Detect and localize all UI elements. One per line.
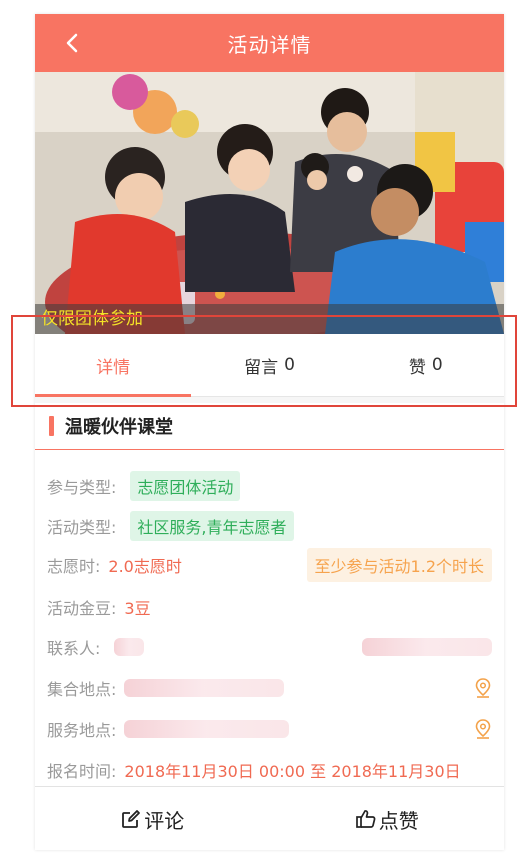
activity-type-tag: 社区服务,青年志愿者 bbox=[130, 511, 294, 541]
group-only-banner: 仅限团体参加 bbox=[35, 304, 504, 334]
volunteer-hours-value: 2.0志愿时 bbox=[108, 557, 182, 576]
activity-title-section: 温暖伙伴课堂 bbox=[35, 403, 504, 450]
activity-type-row: 活动类型: 社区服务,青年志愿者 bbox=[47, 511, 294, 541]
min-duration-tag: 至少参与活动1.2个时长 bbox=[306, 548, 492, 582]
beans-row: 活动金豆: 3豆 bbox=[47, 595, 151, 619]
chevron-left-icon bbox=[66, 33, 78, 53]
thumbs-up-icon bbox=[355, 810, 376, 828]
page-title: 活动详情 bbox=[227, 32, 312, 57]
contact-phone-redacted bbox=[362, 638, 492, 656]
edit-icon bbox=[122, 810, 141, 828]
tab-details[interactable]: 详情 bbox=[35, 334, 191, 397]
beans-label: 活动金豆: bbox=[47, 599, 117, 618]
tab-likes-count: 0 bbox=[431, 355, 443, 375]
participation-type-tag: 志愿团体活动 bbox=[130, 471, 241, 501]
participation-type-row: 参与类型: 志愿团体活动 bbox=[47, 471, 241, 501]
title-accent-bar bbox=[49, 416, 54, 436]
tab-comments[interactable]: 留言 0 bbox=[191, 334, 347, 396]
contact-name-redacted bbox=[114, 638, 145, 656]
phone-frame: 活动详情 仅限团体参加 详情 留言 0 赞 0 温暖伙伴课堂 参与类型: 志愿团… bbox=[35, 14, 504, 850]
location-pin-icon[interactable] bbox=[474, 678, 492, 698]
back-button[interactable] bbox=[55, 25, 91, 61]
tab-likes-label: 赞 bbox=[408, 357, 426, 378]
action-bar: 评论 点赞 bbox=[35, 786, 504, 850]
activity-name: 温暖伙伴课堂 bbox=[65, 417, 173, 438]
location-pin-icon[interactable] bbox=[474, 719, 492, 739]
like-button[interactable]: 点赞 bbox=[270, 787, 505, 850]
activity-details: 温暖伙伴课堂 参与类型: 志愿团体活动 活动类型: 社区服务,青年志愿者 志愿时… bbox=[35, 403, 504, 786]
service-location-label: 服务地点: bbox=[47, 721, 117, 740]
detail-tabs: 详情 留言 0 赞 0 bbox=[35, 334, 504, 397]
service-location-redacted bbox=[124, 720, 290, 738]
active-tab-indicator bbox=[35, 394, 191, 397]
comment-button[interactable]: 评论 bbox=[35, 787, 270, 850]
signup-time-label: 报名时间: bbox=[47, 762, 117, 781]
contact-label: 联系人: bbox=[47, 639, 101, 658]
volunteer-hours-row: 志愿时: 2.0志愿时 至少参与活动1.2个时长 bbox=[47, 548, 492, 582]
tab-comments-count: 0 bbox=[284, 355, 295, 375]
gather-location-redacted bbox=[124, 679, 285, 697]
beans-value: 3豆 bbox=[124, 599, 151, 618]
like-label: 点赞 bbox=[378, 808, 419, 833]
tab-likes[interactable]: 赞 0 bbox=[348, 334, 504, 396]
app-header: 活动详情 bbox=[35, 14, 504, 72]
service-location-row: 服务地点: bbox=[47, 717, 492, 741]
gather-location-row: 集合地点: bbox=[47, 676, 492, 700]
contact-row: 联系人: bbox=[47, 635, 492, 659]
activity-photo: 仅限团体参加 bbox=[35, 72, 504, 334]
gather-location-label: 集合地点: bbox=[47, 680, 117, 699]
signup-time-value: 2018年11月30日 00:00 至 2018年11月30日 bbox=[124, 762, 461, 781]
activity-type-label: 活动类型: bbox=[47, 518, 117, 537]
participation-type-label: 参与类型: bbox=[47, 478, 117, 497]
tab-details-label: 详情 bbox=[96, 357, 131, 378]
tab-comments-label: 留言 bbox=[244, 357, 279, 378]
signup-time-row: 报名时间: 2018年11月30日 00:00 至 2018年11月30日 bbox=[47, 758, 461, 782]
comment-label: 评论 bbox=[144, 808, 185, 833]
volunteer-hours-label: 志愿时: bbox=[47, 557, 101, 576]
